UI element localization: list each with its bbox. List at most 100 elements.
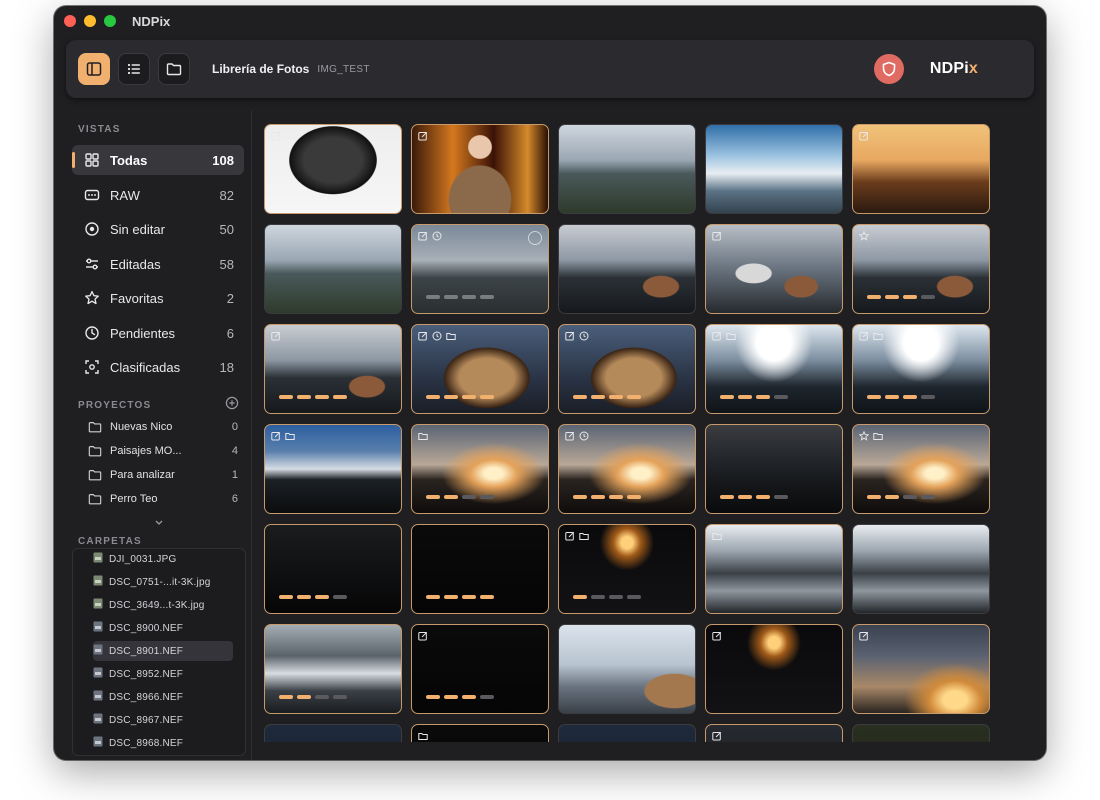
rating-bar[interactable] — [279, 395, 347, 399]
photo-thumbnail[interactable] — [705, 724, 843, 742]
folder-icon — [726, 331, 736, 341]
project-item[interactable]: Para analizar 1 — [88, 464, 238, 486]
rating-bar[interactable] — [426, 595, 494, 599]
photo-grid[interactable] — [264, 124, 1044, 742]
project-item[interactable]: Nuevas Nico 0 — [88, 416, 238, 438]
photo-thumbnail[interactable] — [852, 524, 990, 614]
sidebar-item-sin-editar[interactable]: Sin editar 50 — [72, 214, 244, 244]
rating-bar[interactable] — [720, 495, 788, 499]
file-item[interactable]: DSC_8966.NEF — [93, 687, 233, 707]
photo-thumbnail[interactable] — [558, 424, 696, 514]
photo-thumbnail[interactable] — [411, 224, 549, 314]
photo-thumbnail[interactable] — [852, 324, 990, 414]
rating-bar[interactable] — [426, 695, 494, 699]
classify-icon — [84, 359, 100, 375]
photo-thumbnail[interactable] — [852, 624, 990, 714]
minimize-window-button[interactable] — [84, 15, 96, 27]
file-item[interactable]: DSC_8968.NEF — [93, 733, 233, 753]
photo-thumbnail[interactable] — [264, 124, 402, 214]
photo-thumbnail[interactable] — [705, 624, 843, 714]
photo-thumbnail[interactable] — [411, 124, 549, 214]
photo-thumbnail[interactable] — [411, 324, 549, 414]
clock-icon — [432, 231, 442, 241]
rating-bar[interactable] — [573, 595, 641, 599]
image-file-icon — [93, 573, 103, 591]
file-item[interactable]: DJI_0031.JPG — [93, 549, 233, 569]
sidebar-item-pendientes[interactable]: Pendientes 6 — [72, 318, 244, 348]
file-item[interactable]: DSC_0751-...it-3K.jpg — [93, 572, 233, 592]
project-item[interactable]: Perro Teo 6 — [88, 488, 238, 510]
folder-button[interactable] — [158, 53, 190, 85]
rating-bar[interactable] — [867, 295, 935, 299]
photo-thumbnail[interactable] — [705, 524, 843, 614]
file-item[interactable]: DSC_8952.NEF — [93, 664, 233, 684]
photo-thumbnail[interactable] — [264, 324, 402, 414]
photo-thumbnail[interactable] — [705, 324, 843, 414]
sidebar-item-editadas[interactable]: Editadas 58 — [72, 249, 244, 279]
list-view-button[interactable] — [118, 53, 150, 85]
sidebar-item-raw[interactable]: RAW 82 — [72, 180, 244, 210]
photo-thumbnail[interactable] — [852, 124, 990, 214]
photo-thumbnail[interactable] — [558, 724, 696, 742]
add-project-icon[interactable] — [225, 396, 241, 412]
photo-thumbnail[interactable] — [411, 524, 549, 614]
rating-segment — [903, 495, 917, 499]
rating-bar[interactable] — [867, 395, 935, 399]
rating-segment — [333, 595, 347, 599]
rating-bar[interactable] — [867, 495, 935, 499]
photo-thumbnail[interactable] — [852, 424, 990, 514]
sidebar-item-favoritas[interactable]: Favoritas 2 — [72, 283, 244, 313]
clock-icon — [579, 431, 589, 441]
rating-bar[interactable] — [426, 295, 494, 299]
photo-thumbnail[interactable] — [705, 224, 843, 314]
raw-file-icon — [93, 642, 103, 660]
chevron-down-icon[interactable] — [154, 514, 164, 532]
rating-bar[interactable] — [573, 395, 641, 399]
rating-segment — [444, 595, 458, 599]
photo-thumbnail[interactable] — [852, 724, 990, 742]
file-item[interactable]: DSC_8901.NEF — [93, 641, 233, 661]
close-window-button[interactable] — [64, 15, 76, 27]
zoom-window-button[interactable] — [104, 15, 116, 27]
file-item[interactable]: DSC_3649...t-3K.jpg — [93, 595, 233, 615]
photo-thumbnail[interactable] — [264, 724, 402, 742]
photo-thumbnail[interactable] — [264, 224, 402, 314]
photo-thumbnail[interactable] — [558, 324, 696, 414]
rating-segment — [591, 595, 605, 599]
folder-icon — [88, 446, 102, 457]
edit-icon — [418, 331, 428, 341]
rating-segment — [462, 595, 476, 599]
rating-bar[interactable] — [426, 395, 494, 399]
file-item[interactable]: DSC_8900.NEF — [93, 618, 233, 638]
photo-thumbnail[interactable] — [264, 424, 402, 514]
edit-icon — [271, 131, 281, 141]
photo-thumbnail[interactable] — [558, 624, 696, 714]
photo-thumbnail[interactable] — [558, 524, 696, 614]
photo-thumbnail[interactable] — [411, 724, 549, 742]
shield-button[interactable] — [873, 54, 904, 84]
rating-bar[interactable] — [279, 695, 347, 699]
rating-bar[interactable] — [279, 595, 347, 599]
photo-thumbnail[interactable] — [264, 524, 402, 614]
photo-thumbnail[interactable] — [705, 424, 843, 514]
rating-bar[interactable] — [573, 495, 641, 499]
photo-thumbnail[interactable] — [411, 624, 549, 714]
rating-bar[interactable] — [720, 395, 788, 399]
photo-thumbnail[interactable] — [852, 224, 990, 314]
sidebar-toggle-button[interactable] — [78, 53, 110, 85]
photo-thumbnail[interactable] — [411, 424, 549, 514]
photo-thumbnail[interactable] — [558, 224, 696, 314]
rating-bar[interactable] — [426, 495, 494, 499]
photo-thumbnail[interactable] — [705, 124, 843, 214]
rating-segment — [462, 695, 476, 699]
sidebar-item-clasificadas[interactable]: Clasificadas 18 — [72, 352, 244, 382]
file-item[interactable]: DSC_8967.NEF — [93, 710, 233, 730]
sidebar-item-todas[interactable]: Todas 108 — [72, 145, 244, 175]
project-item[interactable]: Paisajes MO... 4 — [88, 440, 238, 462]
window-title: NDPix — [132, 13, 171, 29]
star-icon — [84, 290, 100, 306]
photo-thumbnail[interactable] — [558, 124, 696, 214]
photo-thumbnail[interactable] — [264, 624, 402, 714]
select-circle-icon[interactable] — [528, 231, 542, 245]
folder-file-list[interactable]: DJI_0031.JPG DSC_0751-...it-3K.jpg DSC_3… — [72, 548, 246, 756]
